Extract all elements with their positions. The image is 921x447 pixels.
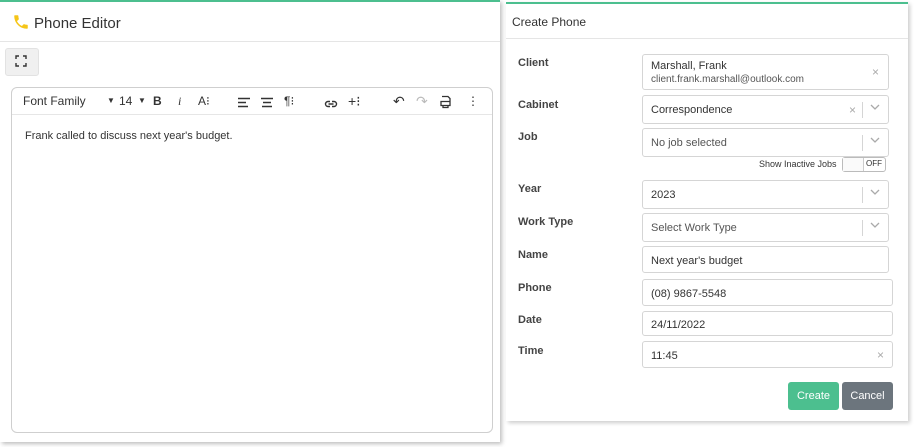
- name-label: Name: [518, 249, 548, 261]
- cabinet-value: Correspondence: [651, 104, 733, 116]
- time-label: Time: [518, 345, 544, 357]
- chevron-down-icon[interactable]: [870, 137, 880, 143]
- text-size-icon[interactable]: A⁝: [198, 93, 210, 109]
- show-inactive-jobs-toggle[interactable]: OFF: [842, 157, 886, 172]
- fullscreen-button[interactable]: [5, 48, 39, 76]
- align-center-icon[interactable]: [261, 95, 273, 111]
- chevron-down-icon[interactable]: [870, 222, 880, 228]
- client-email: client.frank.marshall@outlook.com: [651, 74, 804, 85]
- chevron-down-icon[interactable]: [870, 104, 880, 110]
- create-phone-panel: Create Phone Client Marshall, Frank clie…: [506, 2, 908, 421]
- toggle-state: OFF: [866, 159, 882, 168]
- redo-icon[interactable]: ↷: [416, 93, 428, 109]
- phone-value: (08) 9867-5548: [651, 288, 727, 300]
- cabinet-select[interactable]: Correspondence ×: [642, 95, 889, 124]
- phone-editor-panel: Phone Editor Font Family ▼ 14 ▼ B i A⁝ ¶…: [0, 0, 500, 442]
- form-title: Create Phone: [512, 15, 587, 29]
- work-type-label: Work Type: [518, 216, 574, 228]
- toggle-knob: [843, 158, 864, 171]
- client-select[interactable]: Marshall, Frank client.frank.marshall@ou…: [642, 54, 889, 90]
- year-separator: [862, 187, 863, 203]
- year-value: 2023: [651, 189, 676, 201]
- italic-icon[interactable]: i: [178, 93, 181, 109]
- show-inactive-jobs-label: Show Inactive Jobs: [759, 159, 837, 169]
- phone-label: Phone: [518, 282, 552, 294]
- chevron-down-icon[interactable]: [870, 189, 880, 195]
- year-label: Year: [518, 183, 542, 195]
- bold-icon[interactable]: B: [153, 93, 162, 109]
- cabinet-clear-icon[interactable]: ×: [849, 103, 856, 117]
- year-select[interactable]: 2023: [642, 180, 889, 209]
- client-name: Marshall, Frank: [651, 60, 727, 72]
- font-family-select[interactable]: Font Family: [23, 93, 86, 109]
- create-phone-header: Create Phone: [506, 4, 908, 39]
- font-size-caret-icon[interactable]: ▼: [138, 93, 146, 109]
- font-family-caret-icon[interactable]: ▼: [107, 93, 115, 109]
- job-select[interactable]: No job selected: [642, 128, 889, 157]
- cabinet-label: Cabinet: [518, 99, 559, 111]
- insert-icon[interactable]: +⁝: [348, 93, 361, 109]
- cancel-button[interactable]: Cancel: [842, 382, 893, 410]
- phone-icon: [14, 15, 28, 29]
- work-type-select[interactable]: Select Work Type: [642, 213, 889, 242]
- paragraph-icon[interactable]: ¶⁝: [284, 93, 294, 109]
- undo-icon[interactable]: ↶: [393, 93, 405, 109]
- phone-input[interactable]: (08) 9867-5548: [642, 279, 893, 306]
- time-clear-icon[interactable]: ×: [877, 348, 884, 362]
- editor-content[interactable]: Frank called to discuss next year's budg…: [25, 130, 233, 142]
- job-separator: [862, 135, 863, 151]
- page-title: Phone Editor: [34, 15, 121, 32]
- work-type-placeholder: Select Work Type: [651, 222, 737, 234]
- phone-editor-header: Phone Editor: [0, 4, 500, 42]
- align-left-icon[interactable]: [238, 95, 250, 111]
- expand-icon: [15, 55, 27, 67]
- name-input[interactable]: Next year's budget: [642, 246, 889, 273]
- job-placeholder: No job selected: [651, 137, 727, 149]
- create-button[interactable]: Create: [788, 382, 839, 410]
- client-clear-icon[interactable]: ×: [872, 65, 879, 79]
- time-input[interactable]: 11:45 ×: [642, 341, 893, 368]
- job-label: Job: [518, 131, 538, 143]
- rich-text-editor[interactable]: Font Family ▼ 14 ▼ B i A⁝ ¶⁝ +⁝ ↶ ↷ ⋮ Fr…: [11, 87, 493, 433]
- time-value: 11:45: [651, 350, 678, 362]
- work-type-separator: [862, 220, 863, 236]
- name-value: Next year's budget: [651, 255, 743, 267]
- date-value: 24/11/2022: [651, 319, 706, 331]
- date-input[interactable]: 24/11/2022: [642, 311, 893, 336]
- editor-toolbar: Font Family ▼ 14 ▼ B i A⁝ ¶⁝ +⁝ ↶ ↷ ⋮: [12, 88, 492, 115]
- print-icon[interactable]: [439, 94, 452, 110]
- link-icon[interactable]: [324, 96, 338, 112]
- font-size-select[interactable]: 14: [119, 93, 132, 109]
- date-label: Date: [518, 314, 542, 326]
- more-icon[interactable]: ⋮: [467, 93, 479, 109]
- cabinet-separator: [862, 102, 863, 118]
- client-label: Client: [518, 57, 549, 69]
